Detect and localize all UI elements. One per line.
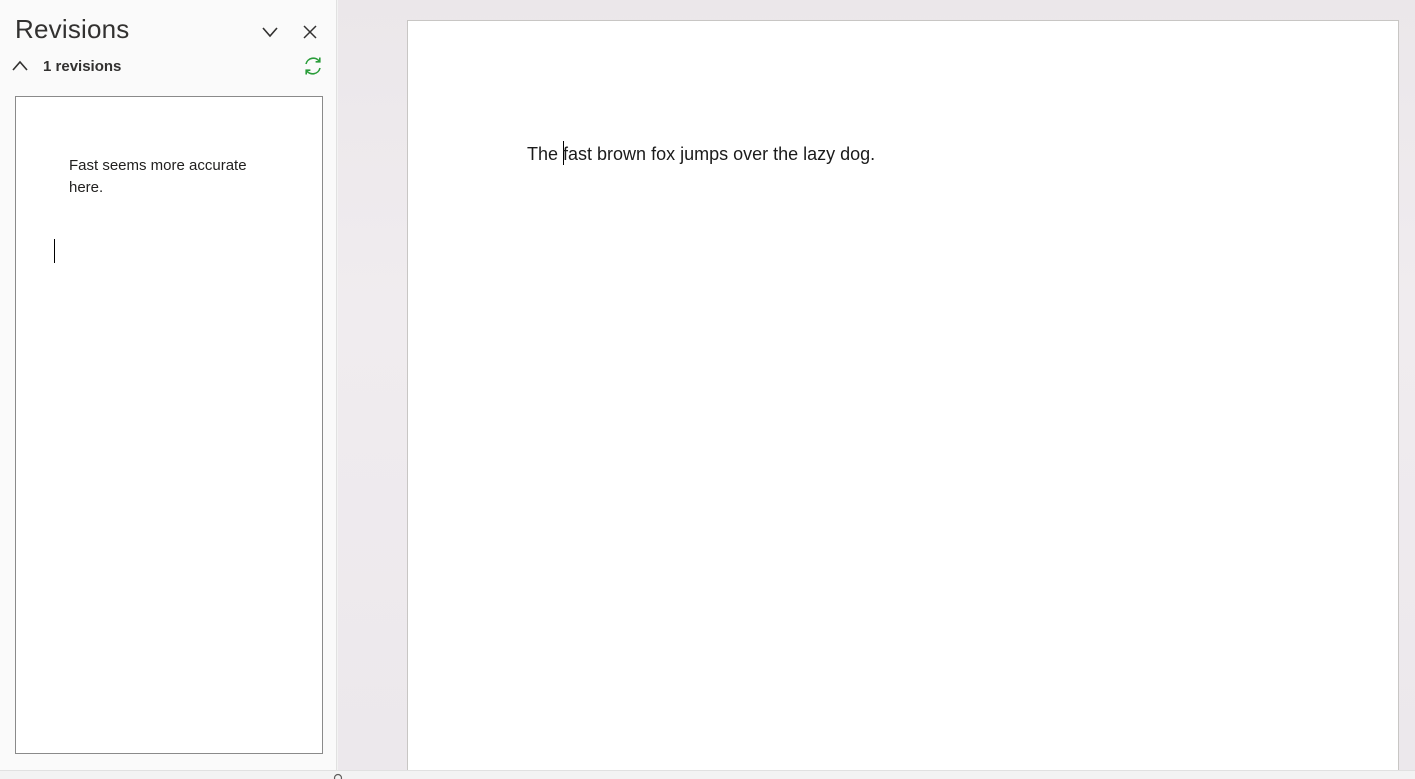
refresh-button[interactable] — [299, 52, 327, 80]
status-bar — [0, 770, 1415, 779]
document-paragraph[interactable]: The fast brown fox jumps over the lazy d… — [527, 141, 875, 165]
close-icon — [303, 25, 317, 39]
revision-count: 1 revisions — [43, 58, 122, 75]
settings-icon — [333, 773, 343, 779]
pane-options-button[interactable] — [256, 18, 284, 46]
revision-comment: Fast seems more accurate here. — [69, 157, 247, 196]
revision-card[interactable]: Fast seems more accurate here. — [15, 96, 323, 754]
collapse-revisions-button[interactable] — [6, 52, 34, 80]
chevron-down-icon — [262, 27, 278, 38]
revisions-pane: Revisions 1 revisions Fast seems more ac… — [0, 0, 337, 770]
text-before-caret: The — [527, 144, 564, 164]
refresh-icon — [305, 57, 321, 75]
pane-title: Revisions — [15, 14, 130, 44]
document-page[interactable]: The fast brown fox jumps over the lazy d… — [407, 20, 1399, 779]
chevron-up-icon — [12, 60, 28, 71]
app-window: Revisions 1 revisions Fast seems more ac… — [0, 0, 1415, 779]
close-pane-button[interactable] — [296, 18, 324, 46]
reply-text-caret[interactable] — [54, 239, 55, 263]
text-after-caret: fast brown fox jumps over the lazy dog. — [563, 144, 876, 164]
